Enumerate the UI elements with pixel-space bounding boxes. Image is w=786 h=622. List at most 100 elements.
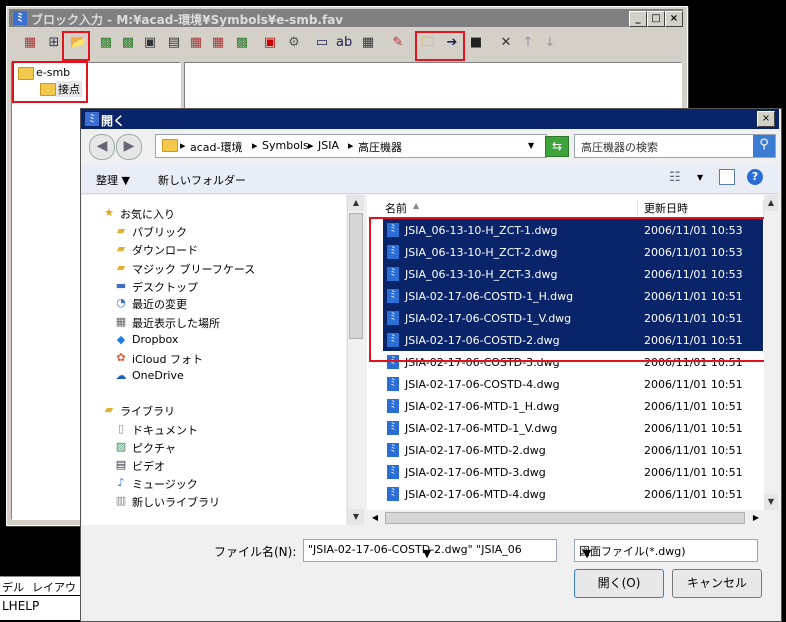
properties-icon[interactable]: ⚙ xyxy=(286,35,302,51)
scroll-left-icon[interactable]: ◀ xyxy=(367,510,383,526)
new-library-icon: ▥ xyxy=(115,494,127,507)
breadcrumb-2[interactable]: JSIA xyxy=(318,139,339,152)
scroll-thumb[interactable] xyxy=(349,213,363,339)
back-button[interactable]: ◀ xyxy=(89,134,115,160)
block-red-1-icon[interactable]: ▦ xyxy=(188,35,204,51)
column-headers: 名前 ▲ 更新日時 xyxy=(367,195,764,222)
documents-icon: ▯ xyxy=(117,422,125,435)
dropbox-icon: ◆ xyxy=(116,333,126,346)
view-options-icon[interactable]: ☷ xyxy=(669,170,681,185)
scroll-up-icon[interactable]: ▲ xyxy=(764,195,778,211)
app-icon: ﾐ xyxy=(85,112,99,126)
file-date: 2006/11/01 10:51 xyxy=(644,400,743,413)
search-icon[interactable]: ⚲ xyxy=(753,135,775,157)
scroll-up-icon[interactable]: ▲ xyxy=(348,195,364,211)
column-name[interactable]: 名前 xyxy=(385,200,407,216)
breadcrumb-sep: ▸ xyxy=(348,139,354,152)
dialog-titlebar: ﾐ 開く × xyxy=(81,109,779,129)
folder-icon: ▰ xyxy=(116,242,126,255)
file-scrollbar[interactable]: ▲ ▼ xyxy=(764,195,778,510)
filetype-dropdown-icon[interactable]: ▼ xyxy=(579,543,595,564)
open-button[interactable]: 開く(O) xyxy=(574,569,664,598)
dwg-file-icon: ﾐ xyxy=(387,443,399,457)
videos-icon: ▤ xyxy=(115,458,127,471)
block-green-1-icon[interactable]: ▩ xyxy=(98,35,114,51)
command-text: LHELP xyxy=(2,599,40,613)
scroll-thumb[interactable] xyxy=(385,512,745,524)
file-date: 2006/11/01 10:51 xyxy=(644,378,743,391)
highlight-import xyxy=(415,31,465,61)
wand-icon[interactable]: ✎ xyxy=(390,35,406,51)
folder-icon: ▰ xyxy=(116,261,126,274)
text-view-icon[interactable]: ab xyxy=(336,35,352,51)
breadcrumb-1[interactable]: Symbols xyxy=(262,139,309,152)
file-row[interactable]: ﾐ JSIA-02-17-06-MTD-2.dwg 2006/11/01 10:51 xyxy=(383,439,763,461)
tree-icon[interactable]: ⊞ xyxy=(46,35,62,51)
address-dropdown-icon[interactable]: ▼ xyxy=(528,141,534,150)
close-button[interactable]: × xyxy=(665,11,683,27)
nav-scrollbar[interactable]: ▲ ▼ xyxy=(347,195,364,525)
file-hscrollbar[interactable]: ◀ ▶ xyxy=(367,510,764,526)
grid-icon[interactable]: ▦ xyxy=(22,35,38,51)
block-dark-icon[interactable]: ▣ xyxy=(142,35,158,51)
minimize-button[interactable]: _ xyxy=(629,11,647,27)
column-date[interactable]: 更新日時 xyxy=(644,200,688,216)
file-date: 2006/11/01 10:51 xyxy=(644,422,743,435)
new-folder-button[interactable]: 新しいフォルダー xyxy=(158,172,246,188)
help-icon[interactable]: ? xyxy=(747,169,763,185)
app-icon: ﾐ xyxy=(13,11,27,25)
command-line[interactable]: LHELP xyxy=(0,596,80,620)
address-bar[interactable]: ▸ acad-環境 ▸ Symbols ▸ JSIA ▸ 高圧機器 ▼ xyxy=(155,134,547,158)
preview-pane-icon[interactable] xyxy=(719,169,735,185)
scroll-down-icon[interactable]: ▼ xyxy=(764,494,778,510)
file-row[interactable]: ﾐ JSIA-02-17-06-COSTD-4.dwg 2006/11/01 10:… xyxy=(383,373,763,395)
file-name: JSIA-02-17-06-MTD-2.dwg xyxy=(405,444,546,457)
up-arrow-icon[interactable]: ↑ xyxy=(520,35,536,51)
pictures-icon: ▨ xyxy=(115,440,127,453)
dwg-file-icon: ﾐ xyxy=(387,487,399,501)
view-dropdown-icon[interactable]: ▼ xyxy=(697,173,703,182)
breadcrumb-3[interactable]: 高圧機器 xyxy=(358,139,402,155)
file-row[interactable]: ﾐ JSIA-02-17-06-MTD-1_V.dwg 2006/11/01 10:… xyxy=(383,417,763,439)
organize-button[interactable]: 整理 ▼ xyxy=(96,172,130,188)
dwg-file-icon: ﾐ xyxy=(387,377,399,391)
refresh-icon[interactable]: ⇆ xyxy=(545,136,569,157)
block-green-2-icon[interactable]: ▩ xyxy=(120,35,136,51)
filename-dropdown-icon[interactable]: ▼ xyxy=(308,543,546,564)
file-row[interactable]: ﾐ JSIA-02-17-06-MTD-4.dwg 2006/11/01 10:51 xyxy=(383,483,763,505)
folder-icon xyxy=(162,139,178,152)
save-icon[interactable]: ■ xyxy=(468,35,484,51)
breadcrumb-sep: ▸ xyxy=(252,139,258,152)
file-row[interactable]: ﾐ JSIA-02-17-06-MTD-3.dwg 2006/11/01 10:51 xyxy=(383,461,763,483)
filetype-select[interactable]: 図面ファイル(*.dwg) ▼ xyxy=(574,539,758,562)
file-date: 2006/11/01 10:51 xyxy=(644,444,743,457)
file-name: JSIA-02-17-06-MTD-3.dwg xyxy=(405,466,546,479)
block-green-3-icon[interactable]: ▩ xyxy=(234,35,250,51)
filename-label: ファイル名(N): xyxy=(214,545,297,559)
scroll-down-icon[interactable]: ▼ xyxy=(348,509,364,525)
scroll-right-icon[interactable]: ▶ xyxy=(748,510,764,526)
file-date: 2006/11/01 10:51 xyxy=(644,488,743,501)
block-window-titlebar: ﾐ ブロック入力 - M:¥acad-環境¥Symbols¥e-smb.fav … xyxy=(9,9,683,27)
search-input[interactable]: 高圧機器の検索 ⚲ xyxy=(574,134,776,158)
highlight-open-folder xyxy=(62,31,90,61)
breadcrumb-0[interactable]: acad-環境 xyxy=(190,139,242,155)
insert-block-icon[interactable]: ▣ xyxy=(262,35,278,51)
down-arrow-icon[interactable]: ↓ xyxy=(542,35,558,51)
filename-input[interactable]: "JSIA-02-17-06-COSTD-2.dwg" "JSIA_06 ▼ xyxy=(303,539,557,562)
highlight-tree xyxy=(12,61,88,103)
block-red-2-icon[interactable]: ▦ xyxy=(210,35,226,51)
maximize-button[interactable]: □ xyxy=(647,11,665,27)
block-toolbar: ▦ ⊞ 📂 ▩ ▩ ▣ ▤ ▦ ▦ ▩ ▣ ⚙ ▭ ab ▦ ✎ 🗀 ➔ ■ ✕… xyxy=(10,30,682,60)
page-icon[interactable]: ▭ xyxy=(314,35,330,51)
dialog-close-button[interactable]: × xyxy=(757,111,775,127)
file-row[interactable]: ﾐ JSIA-02-17-06-MTD-1_H.dwg 2006/11/01 10:… xyxy=(383,395,763,417)
file-name: JSIA-02-17-06-COSTD-4.dwg xyxy=(405,378,560,391)
tab-model[interactable]: デル xyxy=(2,579,24,595)
block-list-icon[interactable]: ▤ xyxy=(166,35,182,51)
details-view-icon[interactable]: ▦ xyxy=(360,35,376,51)
delete-icon[interactable]: ✕ xyxy=(498,35,514,51)
cancel-button[interactable]: キャンセル xyxy=(672,569,762,598)
forward-button[interactable]: ▶ xyxy=(116,134,142,160)
search-placeholder: 高圧機器の検索 xyxy=(581,141,658,154)
